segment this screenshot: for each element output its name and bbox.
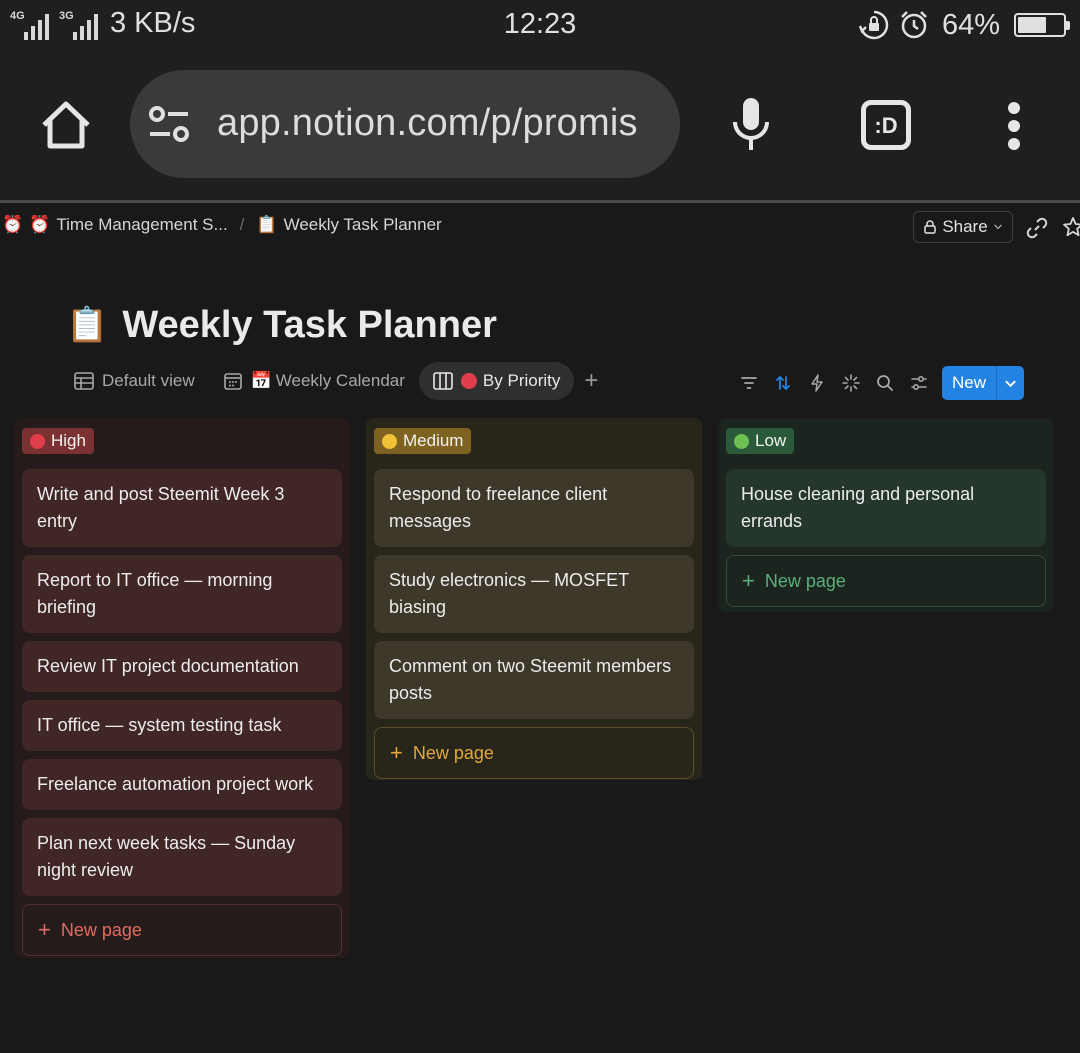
add-view-button[interactable]: +	[574, 362, 608, 400]
filter-button[interactable]	[732, 366, 766, 400]
new-dropdown-button[interactable]	[996, 366, 1025, 400]
task-card[interactable]: IT office — system testing task	[22, 700, 342, 751]
new-button[interactable]: New	[942, 366, 997, 400]
chevron-down-icon	[993, 224, 1002, 230]
lightning-icon	[811, 374, 823, 392]
site-settings-icon[interactable]	[148, 104, 190, 144]
sliders-icon	[911, 375, 927, 391]
green-circle-icon	[734, 433, 749, 449]
url-text[interactable]: app.notion.com/p/promis	[217, 102, 667, 145]
task-card[interactable]: Plan next week tasks — Sunday night revi…	[22, 818, 342, 896]
calendar-icon	[223, 373, 242, 390]
breadcrumb-2[interactable]: Weekly Task Planner	[284, 215, 442, 235]
column-title: Low	[755, 431, 787, 450]
sort-icon	[776, 376, 790, 390]
plus-icon: +	[38, 917, 51, 942]
calendar-emoji-icon: 📅	[250, 371, 272, 390]
priority-tag-high[interactable]: High	[22, 428, 94, 454]
column-header: Low	[726, 426, 1046, 456]
favorite-star-icon[interactable]	[1062, 216, 1080, 238]
breadcrumb: ⏰ ⏰ Time Management S... / 📋 Weekly Task…	[2, 215, 442, 235]
new-page-button[interactable]: + New page	[374, 727, 694, 779]
column-header: Medium	[374, 426, 694, 456]
address-bar[interactable]: app.notion.com/p/promis	[130, 70, 680, 178]
tab-default-view[interactable]: Default view	[60, 362, 209, 400]
page-title-text[interactable]: Weekly Task Planner	[122, 304, 497, 347]
board-column-medium: Medium Respond to freelance client messa…	[366, 418, 702, 780]
column-header: High	[22, 426, 342, 456]
breadcrumb-1-icon: ⏰	[29, 215, 51, 234]
new-page-button[interactable]: + New page	[726, 555, 1046, 607]
filter-icon	[741, 377, 757, 389]
browser-toolbar: app.notion.com/p/promis :D	[0, 50, 1080, 200]
database-toolbar: New	[732, 366, 1025, 400]
task-card[interactable]: Comment on two Steemit members posts	[374, 641, 694, 719]
breadcrumb-1[interactable]: Time Management S...	[56, 215, 227, 235]
workspace-alarm-icon[interactable]: ⏰	[2, 215, 23, 235]
search-button[interactable]	[868, 366, 902, 400]
task-card[interactable]: Review IT project documentation	[22, 641, 342, 692]
battery-fill	[1018, 17, 1047, 33]
chevron-down-icon	[1005, 380, 1016, 387]
automation-button[interactable]	[800, 366, 834, 400]
task-card[interactable]: Write and post Steemit Week 3 entry	[22, 469, 342, 547]
task-card[interactable]: Freelance automation project work	[22, 759, 342, 810]
home-icon[interactable]	[38, 98, 94, 154]
search-icon	[877, 375, 893, 391]
view-tabs: Default view 📅 Weekly Calendar By Priori…	[60, 362, 608, 400]
tab-label: By Priority	[482, 371, 561, 390]
page-title: 📋 Weekly Task Planner	[66, 300, 497, 350]
task-card[interactable]: Respond to freelance client messages	[374, 469, 694, 547]
new-page-label: New page	[60, 919, 142, 940]
status-right: 64%	[858, 6, 1070, 44]
plus-icon: +	[390, 740, 403, 765]
battery-icon	[1014, 13, 1070, 37]
board-icon	[433, 372, 453, 390]
link-icon[interactable]	[1026, 217, 1048, 239]
red-circle-icon	[460, 373, 477, 389]
battery-percent: 64%	[941, 8, 1000, 41]
column-title: High	[51, 431, 86, 450]
task-card[interactable]: House cleaning and personal errands	[726, 469, 1046, 547]
tab-by-priority[interactable]: By Priority	[418, 362, 575, 400]
board-column-high: High Write and post Steemit Week 3 entry…	[14, 418, 350, 958]
new-page-button[interactable]: + New page	[22, 904, 342, 956]
tab-weekly-calendar[interactable]: 📅 Weekly Calendar	[209, 362, 419, 400]
sort-button[interactable]	[766, 366, 800, 400]
task-card[interactable]: Report to IT office — morning briefing	[22, 555, 342, 633]
sparkle-icon	[842, 374, 860, 392]
breadcrumb-separator: /	[239, 215, 245, 234]
extension-label: :D	[874, 113, 898, 138]
tab-label: Weekly Calendar	[275, 371, 405, 390]
share-label: Share	[942, 217, 988, 236]
new-button-group: New	[942, 366, 1025, 400]
task-card[interactable]: Study electronics — MOSFET biasing	[374, 555, 694, 633]
new-page-label: New page	[764, 570, 846, 591]
priority-tag-low[interactable]: Low	[726, 428, 795, 454]
tab-label: Default view	[102, 371, 195, 390]
more-icon[interactable]	[1006, 102, 1022, 150]
plus-icon: +	[742, 568, 755, 593]
notion-topbar: ⏰ ⏰ Time Management S... / 📋 Weekly Task…	[0, 203, 1080, 251]
new-page-label: New page	[412, 742, 494, 763]
mic-icon[interactable]	[730, 96, 772, 154]
board-column-low: Low House cleaning and personal errands …	[718, 418, 1054, 612]
table-icon	[74, 372, 94, 390]
red-circle-icon	[30, 433, 45, 449]
column-title: Medium	[403, 431, 464, 450]
priority-tag-medium[interactable]: Medium	[374, 428, 472, 454]
share-button[interactable]: Share	[913, 211, 1013, 243]
yellow-circle-icon	[382, 433, 397, 449]
status-bar: 4G 3G 3 KB/s 12:23 64%	[0, 0, 1080, 50]
page-icon[interactable]: 📋	[66, 305, 108, 345]
rotation-lock-icon	[858, 10, 889, 40]
lock-icon	[924, 220, 937, 234]
breadcrumb-2-icon: 📋	[256, 215, 278, 234]
ai-button[interactable]	[834, 366, 868, 400]
settings-button[interactable]	[902, 366, 936, 400]
alarm-icon	[901, 11, 927, 39]
extension-icon[interactable]: :D	[861, 100, 911, 150]
